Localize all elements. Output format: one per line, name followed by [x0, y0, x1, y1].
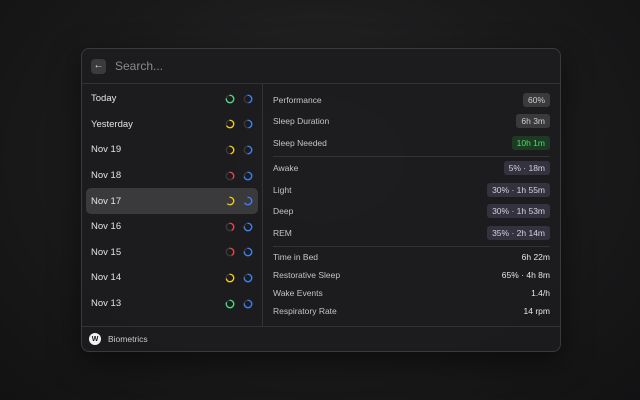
day-item[interactable]: Nov 16 [86, 214, 258, 240]
arrow-left-icon[interactable]: ← [91, 58, 106, 74]
wake-events-value: 1.4/h [531, 287, 550, 298]
day-list: Today Yesterday Nov 19 Nov 18 Nov 17 Nov 16 No… [82, 84, 263, 326]
sleep-ring-icon [243, 119, 253, 129]
sleep-needed-row: Sleep Needed 10h 1m [273, 132, 550, 154]
day-item-label: Yesterday [91, 118, 133, 130]
awake-row: Awake 5% · 18m [273, 158, 550, 180]
day-item-label: Nov 15 [91, 246, 122, 258]
awake-label: Awake [273, 163, 299, 174]
search-input[interactable] [113, 58, 551, 74]
rem-row: REM 35% · 2h 14m [273, 222, 550, 244]
performance-ring-icon [225, 94, 235, 104]
day-item[interactable]: Yesterday [86, 112, 258, 138]
day-item[interactable]: Today [86, 86, 258, 112]
light-value: 30% · 1h 55m [487, 182, 550, 197]
footer-title: Biometrics [108, 334, 148, 344]
sleep-ring-icon [243, 94, 253, 104]
day-item[interactable]: Nov 15 [86, 240, 258, 266]
day-item-label: Nov 13 [91, 298, 122, 310]
sleep-ring-icon [243, 171, 253, 180]
sleep-ring-icon [243, 145, 253, 155]
performance-ring-icon [225, 145, 235, 155]
day-item-label: Nov 16 [91, 221, 122, 233]
search-bar: ← [82, 49, 560, 84]
day-item[interactable]: Nov 17 [86, 188, 258, 214]
sleep-ring-icon [243, 247, 253, 257]
light-label: Light [273, 184, 292, 195]
respiratory-rate-value: 14 rpm [523, 305, 550, 316]
performance-ring-icon [225, 119, 235, 129]
day-item-label: Today [91, 93, 117, 105]
light-row: Light 30% · 1h 55m [273, 179, 550, 201]
time-in-bed-row: Time in Bed 6h 22m [273, 248, 550, 266]
performance-ring-icon [225, 171, 235, 180]
wake-events-label: Wake Events [273, 287, 323, 298]
performance-ring-icon [225, 196, 235, 206]
restorative-sleep-value: 65% · 4h 8m [501, 269, 550, 280]
day-item[interactable]: Nov 19 [86, 137, 258, 163]
sleep-needed-value: 10h 1m [511, 135, 550, 150]
day-item-label: Nov 19 [91, 144, 122, 156]
footer: W Biometrics [82, 326, 560, 351]
performance-value: 60% [522, 92, 550, 107]
time-in-bed-value: 6h 22m [521, 251, 550, 262]
day-item[interactable]: Nov 13 [86, 291, 258, 317]
day-item[interactable]: Nov 14 [86, 265, 258, 291]
sleep-duration-row: Sleep Duration 6h 3m [273, 111, 550, 133]
deep-label: Deep [273, 206, 294, 217]
day-item-label: Nov 17 [91, 195, 122, 207]
performance-ring-icon [225, 222, 235, 232]
wake-events-row: Wake Events 1.4/h [273, 284, 550, 302]
performance-ring-icon [225, 247, 235, 257]
restorative-sleep-label: Restorative Sleep [273, 269, 341, 280]
biometrics-window: ← Today Yesterday Nov 19 Nov 18 Nov 17 Nov 16… [81, 48, 561, 352]
rem-value: 35% · 2h 14m [487, 225, 550, 240]
time-in-bed-label: Time in Bed [273, 251, 319, 262]
deep-value: 30% · 1h 53m [487, 204, 550, 219]
sleep-ring-icon [243, 273, 253, 283]
detail-panel: Performance 60% Sleep Duration 6h 3m Sle… [263, 84, 560, 326]
sleep-ring-icon [243, 299, 253, 308]
day-item[interactable]: Nov 18 [86, 163, 258, 189]
performance-ring-icon [225, 273, 235, 283]
day-item-label: Nov 18 [91, 170, 122, 182]
respiratory-rate-label: Respiratory Rate [273, 305, 337, 316]
deep-row: Deep 30% · 1h 53m [273, 201, 550, 223]
sleep-duration-label: Sleep Duration [273, 116, 330, 127]
sleep-ring-icon [243, 222, 253, 232]
sleep-ring-icon [243, 196, 253, 206]
restorative-sleep-row: Restorative Sleep 65% · 4h 8m [273, 266, 550, 284]
rem-label: REM [273, 227, 292, 238]
day-item-label: Nov 14 [91, 272, 122, 284]
awake-value: 5% · 18m [503, 161, 550, 176]
sleep-duration-value: 6h 3m [516, 114, 550, 129]
performance-row: Performance 60% [273, 89, 550, 111]
app-logo-icon: W [89, 333, 101, 345]
performance-label: Performance [273, 94, 322, 105]
sleep-needed-label: Sleep Needed [273, 137, 327, 148]
respiratory-rate-row: Respiratory Rate 14 rpm [273, 302, 550, 320]
performance-ring-icon [225, 299, 235, 308]
